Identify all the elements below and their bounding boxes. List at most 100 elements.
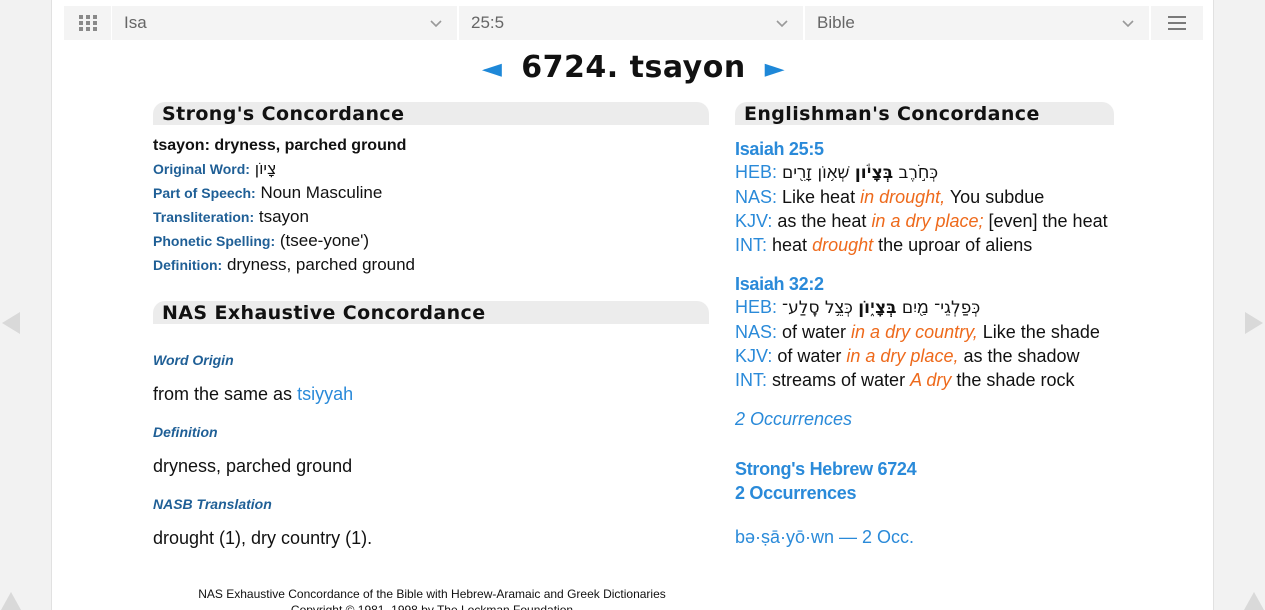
scroll-top-left-arrow[interactable] [0,590,22,610]
kjv-text-highlight: in a dry place; [871,211,984,231]
verse-int-line: INT: heat drought the uproar of aliens [735,233,1114,257]
prev-page-arrow[interactable] [0,310,22,341]
verse-entry: Isaiah 32:2 HEB: כְּפַלְגֵי־ מַ֖יִם בְּצ… [735,274,1114,392]
chapter-verse-value: 25:5 [471,13,505,32]
footer-line-2: Copyright © 1981, 1998 by The Lockman Fo… [290,603,574,610]
englishmans-concordance-header: Englishman's Concordance [735,102,1114,125]
prev-entry-arrow[interactable]: ◄ [482,54,503,84]
original-word-label: Original Word: [153,161,250,177]
nas-definition-label: Definition [153,424,218,440]
nasb-translation-text: drought (1), dry country (1). [153,528,373,548]
top-navigation-bar: Isa 25:5 Bible [64,6,1203,40]
kjv-text-pre: of water [772,346,847,366]
kjv-label: KJV: [735,346,773,366]
transliteration-form-link[interactable]: bə·ṣā·yō·wn — 2 Occ. [735,527,1114,548]
verse-int-line: INT: streams of water A dry the shade ro… [735,368,1114,392]
strongs-hebrew-link[interactable]: Strong's Hebrew 6724 [735,457,1114,481]
part-of-speech-label: Part of Speech: [153,185,256,201]
next-entry-arrow[interactable]: ► [765,54,786,84]
copyright-footer: NAS Exhaustive Concordance of the Bible … [195,586,669,610]
nas-label: NAS: [735,322,778,342]
part-of-speech-row: Part of Speech: Noun Masculine [153,181,709,205]
chevron-down-icon [1122,20,1134,28]
heb-label: HEB: [735,162,778,182]
definition-label: Definition: [153,257,223,273]
heb-text-post: כְּצֵ֥ל סֶֽלַע־ [782,298,859,318]
strongs-hebrew-summary: Strong's Hebrew 6724 2 Occurrences [735,457,1114,505]
kjv-text-pre: as the heat [772,211,872,231]
heb-text: כְּחֹ֣רֶב בְּצָיֹ֔ון שְׁא֥וֹן זָרִ֖ים [782,163,938,183]
nas-text-post: Like the shade [977,322,1100,342]
int-text-pre: streams of water [767,370,911,390]
kjv-text-post: [even] the heat [983,211,1108,231]
heb-label: HEB: [735,297,778,317]
strongs-details: Original Word: צָיוֹן Part of Speech: No… [153,157,709,277]
heb-text: כְּפַלְגֵי־ מַ֖יִם בְּצָי֑וֹן כְּצֵ֥ל סֶ… [782,298,980,318]
nas-text-pre: Like heat [777,187,861,207]
nas-text-pre: of water [777,322,852,342]
original-word-row: Original Word: צָיוֹן [153,157,709,181]
int-text-post: the shade rock [951,370,1075,390]
scroll-top-right-arrow[interactable] [1243,590,1265,610]
int-text-highlight: A dry [910,370,952,390]
part-of-speech-value: Noun Masculine [260,183,383,202]
heb-text-pre: כְּחֹ֣רֶב [893,163,939,183]
int-label: INT: [735,370,768,390]
definition-value: dryness, parched ground [226,255,416,274]
verse-kjv-line: KJV: of water in a dry place, as the sha… [735,344,1114,368]
verse-reference-link[interactable]: Isaiah 32:2 [735,274,1114,295]
transliteration-label: Transliteration: [153,209,255,225]
chevron-down-icon [776,20,788,28]
transliteration-value: tsayon [258,207,309,226]
int-text-pre: heat [767,235,813,255]
book-select[interactable]: Isa [112,6,459,40]
verse-heb-line: HEB: כְּפַלְגֵי־ מַ֖יִם בְּצָי֑וֹן כְּצֵ… [735,295,1114,320]
kjv-text-post: as the shadow [958,346,1080,366]
verse-kjv-line: KJV: as the heat in a dry place; [even] … [735,209,1114,233]
int-text-post: the uproar of aliens [873,235,1033,255]
nas-text-highlight: in a dry country, [851,322,978,342]
definition-row: Definition: dryness, parched ground [153,253,709,277]
int-label: INT: [735,235,768,255]
apps-grid-button[interactable] [64,6,112,40]
page-container: Isa 25:5 Bible ◄ 6724. tsayon ► Strong's… [51,0,1214,610]
nas-text-highlight: in drought, [860,187,946,207]
phonetic-spelling-label: Phonetic Spelling: [153,233,276,249]
word-origin-prefix: from the same as [153,384,298,404]
version-select-value: Bible [817,13,855,32]
occurrences-link[interactable]: 2 Occurrences [735,409,1114,430]
int-text-highlight: drought [812,235,874,255]
menu-button[interactable] [1151,6,1203,40]
next-page-arrow[interactable] [1243,310,1265,341]
phonetic-spelling-row: Phonetic Spelling: (tsee-yone') [153,229,709,253]
entry-heading: 6724. tsayon [521,50,746,85]
book-select-value: Isa [124,13,147,32]
heb-text-word: בְּצָי֑וֹן [858,298,897,318]
nas-label: NAS: [735,187,778,207]
word-origin-link[interactable]: tsiyyah [297,384,353,404]
chevron-down-icon [430,20,442,28]
original-word-value: צָיוֹן [254,159,277,178]
phonetic-spelling-value: (tsee-yone') [279,231,370,250]
page-title: ◄ 6724. tsayon ► [52,50,1215,85]
nas-concordance-header: NAS Exhaustive Concordance [153,301,709,324]
verse-reference-link[interactable]: Isaiah 25:5 [735,139,1114,160]
version-select[interactable]: Bible [805,6,1151,40]
grid-icon [78,15,97,31]
right-column: Englishman's Concordance Isaiah 25:5 HEB… [735,102,1114,548]
verse-nas-line: NAS: Like heat in drought, You subdue [735,185,1114,209]
left-column: Strong's Concordance tsayon: dryness, pa… [153,102,709,549]
chapter-verse-select[interactable]: 25:5 [459,6,805,40]
word-origin-text: from the same as tsiyyah [153,384,709,405]
kjv-text-highlight: in a dry place, [846,346,959,366]
nas-text-post: You subdue [945,187,1045,207]
verse-heb-line: HEB: כְּחֹ֣רֶב בְּצָיֹ֔ון שְׁא֥וֹן זָרִ֖… [735,160,1114,185]
heb-text-post: שְׁא֥וֹן זָרִ֖ים [782,163,855,183]
verse-entry: Isaiah 25:5 HEB: כְּחֹ֣רֶב בְּצָיֹ֔ון שְ… [735,139,1114,257]
heb-text-pre: כְּפַלְגֵי־ מַ֖יִם [896,298,981,318]
word-origin-label: Word Origin [153,352,234,368]
hamburger-menu-icon [1168,16,1186,30]
transliteration-row: Transliteration: tsayon [153,205,709,229]
strongs-concordance-header: Strong's Concordance [153,102,709,125]
verse-nas-line: NAS: of water in a dry country, Like the… [735,320,1114,344]
